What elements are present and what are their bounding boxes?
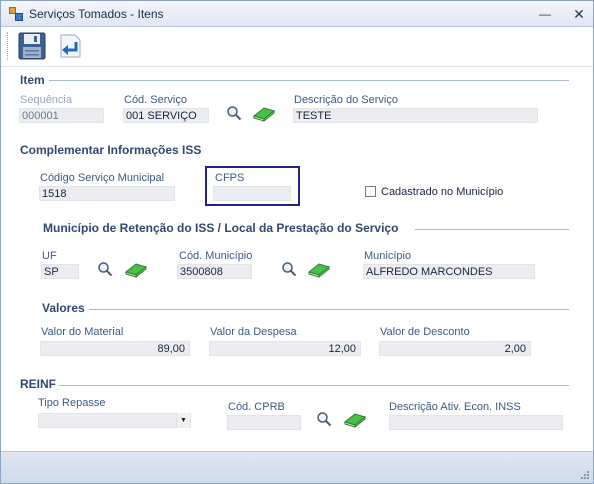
section-reinf: REINF	[20, 377, 56, 391]
cadastrado-label: Cadastrado no Município	[381, 186, 504, 198]
valor-material-label: Valor do Material	[41, 326, 124, 338]
section-valores: Valores	[42, 301, 85, 315]
cadastrado-checkbox[interactable]	[365, 186, 376, 197]
descricao-ativ-econ-label: Descrição Ativ. Econ. INSS	[389, 401, 521, 413]
descricao-ativ-econ-field[interactable]	[389, 415, 563, 430]
toolbar	[1, 27, 593, 67]
valor-desconto-field[interactable]: 2,00	[379, 341, 531, 356]
cod-municipio-label: Cód. Município	[179, 250, 253, 262]
return-arrow-icon	[60, 34, 81, 58]
valor-material-field[interactable]: 89,00	[40, 341, 190, 356]
status-bar	[1, 451, 593, 483]
cod-cprb-label: Cód. CPRB	[228, 401, 285, 413]
uf-label: UF	[42, 250, 57, 262]
minimize-button[interactable]: —	[536, 5, 554, 23]
eraser-icon[interactable]	[123, 260, 149, 278]
codigo-servico-municipal-label: Código Serviço Municipal	[40, 172, 165, 184]
section-municipio: Município de Retenção do ISS / Local da …	[43, 221, 399, 235]
app-icon	[9, 7, 23, 21]
valor-despesa-label: Valor da Despesa	[210, 326, 297, 338]
section-divider	[59, 385, 569, 386]
toolbar-grip	[7, 32, 9, 60]
dropdown-arrow-icon[interactable]: ▼	[176, 413, 190, 428]
title-bar: Serviços Tomados - Itens — ✕	[1, 1, 593, 27]
sequencia-field: 000001	[19, 108, 104, 123]
section-divider	[49, 80, 569, 81]
tipo-repasse-label: Tipo Repasse	[38, 397, 106, 409]
cfps-field[interactable]	[213, 186, 291, 201]
municipio-label: Município	[364, 250, 412, 262]
resize-grip-icon[interactable]	[580, 470, 590, 480]
save-button[interactable]	[17, 31, 47, 61]
descricao-servico-label: Descrição do Serviço	[294, 94, 398, 106]
municipio-field[interactable]: ALFREDO MARCONDES	[363, 264, 535, 279]
section-divider	[415, 229, 569, 230]
search-icon[interactable]	[281, 261, 297, 277]
eraser-icon[interactable]	[342, 410, 368, 428]
eraser-icon[interactable]	[251, 104, 277, 122]
floppy-disk-icon	[18, 32, 46, 60]
window: Serviços Tomados - Itens — ✕ Item Sequên…	[0, 0, 594, 484]
tipo-repasse-select[interactable]	[38, 413, 191, 428]
valor-desconto-label: Valor de Desconto	[380, 326, 470, 338]
codigo-servico-municipal-field[interactable]: 1518	[39, 186, 175, 201]
section-complementar: Complementar Informações ISS	[20, 143, 202, 157]
section-divider	[89, 309, 569, 310]
cod-municipio-field[interactable]: 3500808	[177, 264, 252, 279]
search-icon[interactable]	[226, 105, 242, 121]
cod-cprb-field[interactable]	[227, 415, 301, 430]
form-content: Item Sequência 000001 Cód. Serviço 001 S…	[1, 68, 593, 451]
cod-servico-field[interactable]: 001 SERVIÇO	[123, 108, 209, 123]
section-item: Item	[20, 73, 45, 87]
uf-field[interactable]: SP	[41, 264, 79, 279]
search-icon[interactable]	[316, 411, 332, 427]
sequencia-label: Sequência	[20, 94, 72, 106]
descricao-servico-field[interactable]: TESTE	[293, 108, 538, 123]
close-button[interactable]: ✕	[570, 5, 588, 23]
search-icon[interactable]	[97, 261, 113, 277]
eraser-icon[interactable]	[306, 260, 332, 278]
window-title: Serviços Tomados - Itens	[29, 7, 164, 21]
valor-despesa-field[interactable]: 12,00	[209, 341, 361, 356]
cfps-label: CFPS	[215, 172, 245, 184]
return-button[interactable]	[55, 31, 85, 61]
cod-servico-label: Cód. Serviço	[124, 94, 187, 106]
